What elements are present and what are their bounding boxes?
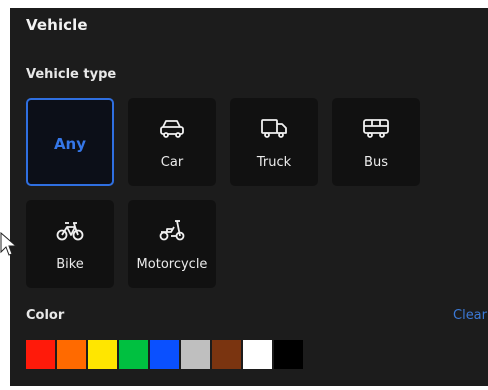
color-swatch[interactable] [243, 340, 272, 369]
vehicle-type-bike[interactable]: Bike [26, 200, 114, 288]
color-swatch[interactable] [181, 340, 210, 369]
bike-icon [56, 222, 84, 241]
truck-icon [261, 119, 287, 138]
color-swatch[interactable] [57, 340, 86, 369]
bus-icon [363, 119, 389, 138]
vehicle-type-label: Vehicle type [26, 67, 117, 82]
vehicle-type-bus[interactable]: Bus [332, 98, 420, 186]
motorcycle-icon [159, 220, 185, 241]
vehicle-type-truck-label: Truck [256, 155, 292, 170]
vehicle-type-motorcycle[interactable]: Motorcycle [128, 200, 216, 288]
color-label: Color [26, 308, 65, 323]
panel-title: Vehicle [26, 16, 88, 34]
color-swatch[interactable] [88, 340, 117, 369]
color-swatch[interactable] [274, 340, 303, 369]
clear-button[interactable]: Clear [453, 308, 487, 323]
color-swatch[interactable] [212, 340, 241, 369]
vehicle-type-bike-label: Bike [56, 257, 84, 272]
color-swatch[interactable] [26, 340, 55, 369]
vehicle-type-motorcycle-label: Motorcycle [136, 257, 208, 272]
vehicle-type-any-label: Any [53, 135, 87, 153]
mouse-pointer-icon [0, 232, 18, 256]
color-swatch[interactable] [150, 340, 179, 369]
vehicle-type-car-label: Car [160, 155, 184, 170]
color-swatch[interactable] [119, 340, 148, 369]
car-icon [160, 120, 184, 138]
vehicle-type-car[interactable]: Car [128, 98, 216, 186]
vehicle-type-bus-label: Bus [364, 155, 388, 170]
vehicle-type-truck[interactable]: Truck [230, 98, 318, 186]
vehicle-filter-panel: Vehicle Vehicle type Any Car Truck Bus B… [10, 8, 488, 386]
vehicle-type-any[interactable]: Any [26, 98, 114, 186]
color-swatches [26, 340, 303, 369]
